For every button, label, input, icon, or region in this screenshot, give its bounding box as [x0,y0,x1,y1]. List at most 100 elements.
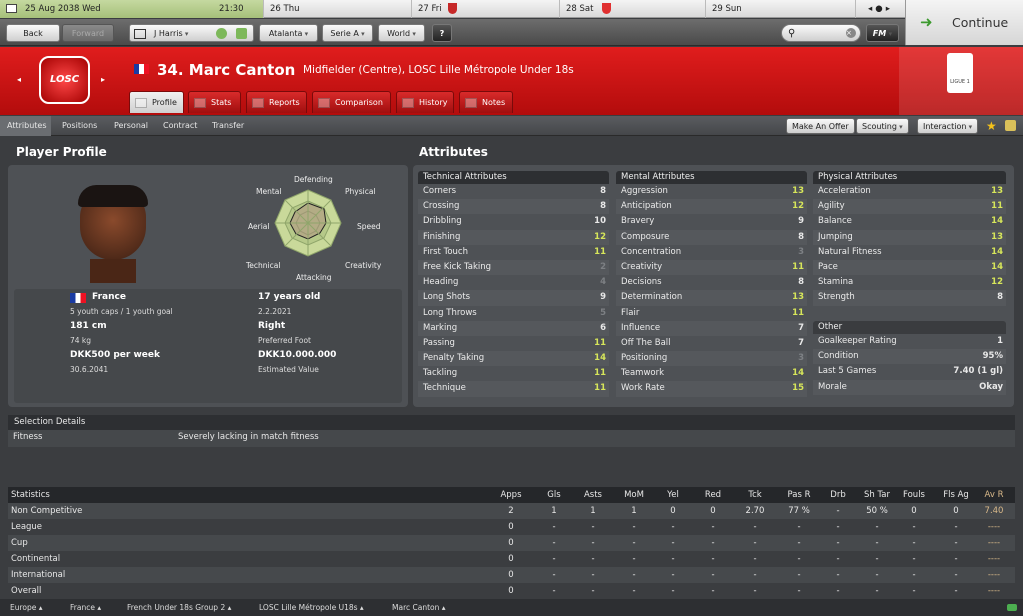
breadcrumb-item[interactable]: Europe ▴ [10,599,43,616]
table-row[interactable]: Cup 0- - - - - - - - - - - ---- [8,535,1015,551]
forward-button[interactable]: Forward [62,24,114,42]
subnav-attributes[interactable]: Attributes [0,116,51,136]
clear-search-icon[interactable]: × [846,28,856,38]
column-header[interactable]: Tck [743,487,767,503]
prev-player-icon[interactable]: ◂ [17,75,21,84]
calendar-today[interactable]: 25 Aug 2038 Wed 21:30 [0,0,263,18]
attribute-row[interactable]: Heading 4 [418,275,609,290]
nationality[interactable]: France [92,292,126,302]
search-input[interactable]: ⚲ × [781,24,861,42]
column-header[interactable]: Asts [582,487,604,503]
make-offer-button[interactable]: Make An Offer [786,118,855,134]
column-header[interactable]: Fouls [903,487,925,503]
subnav-transfer[interactable]: Transfer [212,116,244,136]
table-row[interactable]: League 0- - - - - - - - - - - ---- [8,519,1015,535]
attribute-row[interactable]: Stamina 12 [813,275,1006,290]
calendar-day-2[interactable]: 27 Fri [411,0,559,18]
manager-menu[interactable]: J Harris [129,24,254,42]
column-header[interactable]: Red [703,487,723,503]
attribute-row[interactable]: Last 5 Games 7.40 (1 gl) [813,364,1006,379]
attribute-row[interactable]: Technique 11 [418,381,609,397]
attribute-row[interactable]: Creativity 11 [616,259,807,276]
table-row[interactable]: Overall 0- - - - - - - - - - - ---- [8,583,1015,599]
attribute-row[interactable]: Free Kick Taking 2 [418,259,609,276]
column-header[interactable]: Fls Ag [943,487,969,503]
calendar-day-1[interactable]: 26 Thu [263,0,411,18]
attribute-row[interactable]: Positioning 3 [616,351,807,367]
attribute-row[interactable]: Tackling 11 [418,366,609,381]
attribute-row[interactable]: Finishing 12 [418,229,609,245]
tab-reports[interactable]: Reports [246,91,307,113]
scouting-menu[interactable]: Scouting [856,118,909,134]
breadcrumb-item[interactable]: France ▴ [70,599,101,616]
column-header[interactable]: MoM [622,487,646,503]
attribute-row[interactable]: Crossing 8 [418,199,609,215]
column-header[interactable]: Pas R [784,487,814,503]
column-header[interactable]: Sh Tar [860,487,894,503]
column-header[interactable]: Av R [984,487,1004,503]
next-player-icon[interactable]: ▸ [101,75,105,84]
attribute-row[interactable]: Decisions 8 [616,275,807,290]
attribute-row[interactable]: Condition 95% [813,349,1006,365]
subnav-positions[interactable]: Positions [62,116,97,136]
attribute-row[interactable]: Anticipation 12 [616,199,807,215]
attribute-row[interactable]: Long Throws 5 [418,306,609,321]
calendar-day-3[interactable]: 28 Sat [559,0,705,18]
league-menu[interactable]: Serie A [322,24,373,42]
club-menu[interactable]: Atalanta [259,24,318,42]
attribute-row[interactable]: Dribbling 10 [418,214,609,229]
attribute-row[interactable]: Natural Fitness 14 [813,245,1006,260]
tab-notes[interactable]: Notes [459,91,513,113]
attribute-row[interactable]: Determination 13 [616,290,807,306]
continue-button[interactable]: ➜ Continue [905,0,1023,45]
table-row[interactable]: International 0- - - - - - - - - - - ---- [8,567,1015,583]
attribute-row[interactable]: Composure 8 [616,229,807,245]
league-logo[interactable]: LIGUE 1 [947,53,973,93]
back-button[interactable]: Back [6,24,60,42]
attribute-row[interactable]: Jumping 13 [813,229,1006,245]
calendar-nav[interactable]: ◂●▸ [855,0,905,18]
attribute-row[interactable]: Aggression 13 [616,184,807,199]
fm-menu[interactable]: FM [866,24,899,42]
attribute-row[interactable]: Marking 6 [418,320,609,336]
shortlist-star-icon[interactable]: ★ [986,116,997,136]
notes-add-icon[interactable] [1005,120,1016,131]
attribute-row[interactable]: Off The Ball 7 [616,336,807,351]
attribute-row[interactable]: Goalkeeper Rating 1 [813,334,1006,349]
breadcrumb-item[interactable]: French Under 18s Group 2 ▴ [127,599,231,616]
attribute-row[interactable]: Work Rate 15 [616,381,807,397]
attribute-row[interactable]: Concentration 3 [616,245,807,260]
table-row[interactable]: Non Competitive 2 1 1 1 0 0 2.70 77 % - 50 % 0 0 7.40 [8,503,1015,519]
attribute-row[interactable]: Long Shots 9 [418,290,609,306]
attribute-row[interactable]: Pace 14 [813,259,1006,276]
subnav-contract[interactable]: Contract [163,116,197,136]
table-row[interactable]: Continental 0- - - - - - - - - - - ---- [8,551,1015,567]
attribute-row[interactable]: Penalty Taking 14 [418,351,609,367]
attribute-row[interactable]: Acceleration 13 [813,184,1006,199]
breadcrumb-item[interactable]: LOSC Lille Métropole U18s ▴ [259,599,364,616]
attribute-row[interactable]: Agility 11 [813,199,1006,215]
calendar-nav-icon[interactable]: ◂●▸ [868,4,893,14]
column-header[interactable]: Statistics [11,487,50,503]
attribute-row[interactable]: Corners 8 [418,184,609,199]
tab-stats[interactable]: Stats [188,91,241,113]
attribute-row[interactable]: Bravery 9 [616,214,807,229]
column-header[interactable]: Drb [828,487,848,503]
column-header[interactable]: Gls [544,487,564,503]
tab-comparison[interactable]: Comparison [312,91,391,113]
tab-history[interactable]: History [396,91,454,113]
tab-profile[interactable]: Profile [129,91,184,113]
column-header[interactable]: Yel [664,487,682,503]
breadcrumb-item[interactable]: Marc Canton ▴ [392,599,446,616]
club-badge[interactable]: LOSC [39,56,90,104]
world-menu[interactable]: World [378,24,425,42]
attribute-row[interactable]: Teamwork 14 [616,366,807,381]
interaction-menu[interactable]: Interaction [917,118,979,134]
help-button[interactable]: ? [432,24,452,42]
attribute-row[interactable]: Passing 11 [418,336,609,351]
attribute-row[interactable]: Flair 11 [616,306,807,321]
column-header[interactable]: Apps [497,487,525,503]
attribute-row[interactable]: First Touch 11 [418,245,609,260]
calendar-day-4[interactable]: 29 Sun [705,0,855,18]
attribute-row[interactable]: Strength 8 [813,290,1006,306]
